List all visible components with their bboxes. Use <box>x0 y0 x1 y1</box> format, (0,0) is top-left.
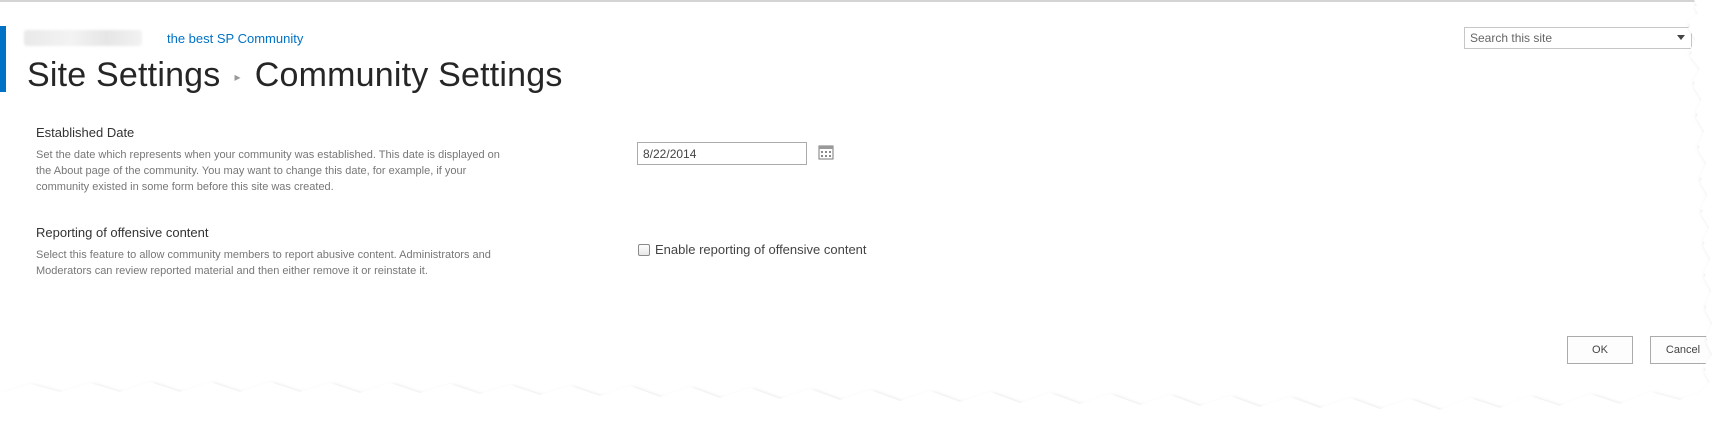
top-border <box>0 0 1732 2</box>
breadcrumb: Site Settings ▸ Community Settings <box>27 52 563 98</box>
established-date-section: Established Date Set the date which repr… <box>36 125 516 195</box>
offensive-content-description: Select this feature to allow community m… <box>36 249 491 277</box>
calendar-icon[interactable] <box>818 144 834 160</box>
chevron-down-icon[interactable] <box>1677 35 1685 40</box>
established-date-input[interactable] <box>637 142 807 165</box>
ok-button[interactable]: OK <box>1567 336 1633 364</box>
breadcrumb-separator-icon: ▸ <box>234 70 241 84</box>
offensive-content-title: Reporting of offensive content <box>36 225 209 240</box>
community-settings-page: the best SP Community Site Settings ▸ Co… <box>0 0 1732 441</box>
breadcrumb-site-settings[interactable]: Site Settings <box>27 56 221 95</box>
community-link[interactable]: the best SP Community <box>167 31 303 46</box>
search-icon[interactable] <box>1696 30 1712 46</box>
page-title: Community Settings <box>254 55 563 94</box>
accent-bar <box>0 26 6 92</box>
site-name-redacted <box>24 30 142 46</box>
search-input[interactable] <box>1465 28 1660 48</box>
established-date-description: Set the date which represents when your … <box>36 149 500 193</box>
search-box[interactable] <box>1464 27 1692 49</box>
enable-reporting-label[interactable]: Enable reporting of offensive content <box>655 242 867 257</box>
offensive-content-option: Enable reporting of offensive content <box>638 242 867 257</box>
enable-reporting-checkbox[interactable] <box>638 243 650 256</box>
offensive-content-section: Reporting of offensive content Select th… <box>36 225 516 279</box>
established-date-title: Established Date <box>36 125 135 140</box>
cancel-button[interactable]: Cancel <box>1650 336 1716 364</box>
